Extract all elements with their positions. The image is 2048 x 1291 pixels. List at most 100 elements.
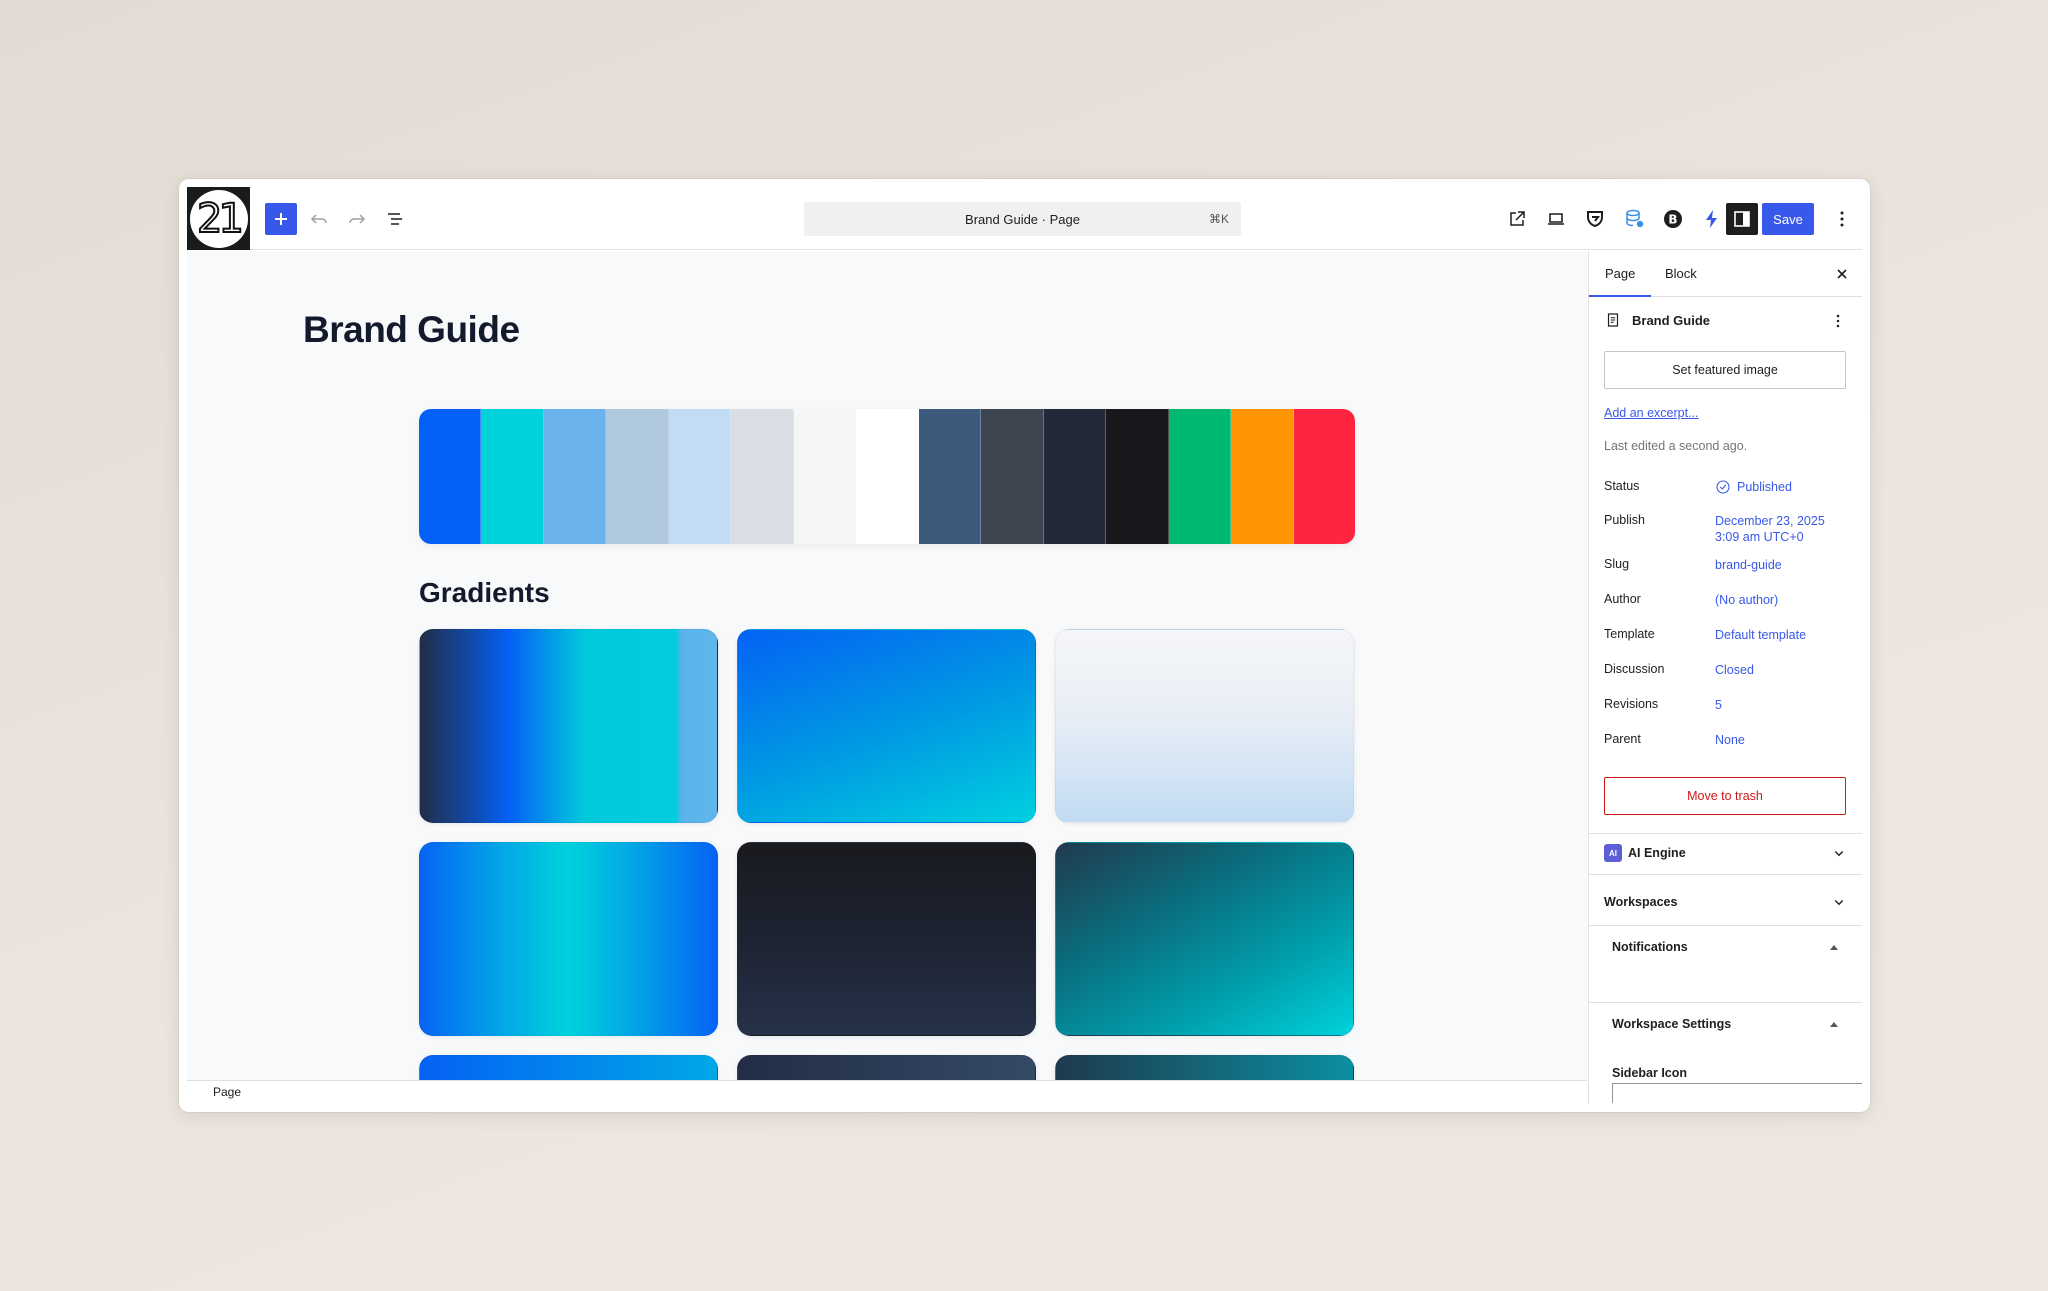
gradients-grid [419,629,1355,1080]
caret-up-icon [1830,1021,1838,1027]
tab-page[interactable]: Page [1589,251,1651,297]
chevron-down-icon [1834,900,1844,906]
tab-block[interactable]: Block [1649,251,1713,297]
database-icon [1626,209,1644,228]
settings-sidebar-toggle[interactable] [1726,203,1758,235]
redo-icon [349,214,366,224]
color-swatch[interactable] [1231,409,1294,544]
more-vertical-icon [1840,211,1844,227]
color-swatch[interactable] [1293,409,1355,544]
notifications-label: Notifications [1612,940,1688,954]
workspace-settings-panel-toggle[interactable]: Workspace Settings [1612,1014,1848,1034]
sidebar-tabs: Page Block [1589,251,1862,297]
meta-label-discussion: Discussion [1604,662,1665,676]
revisions-value-button[interactable]: 5 [1715,697,1722,713]
undo-button[interactable] [303,203,335,235]
color-swatch[interactable] [419,409,482,544]
editor-toolbar: 21 Brand Guide · Page ⌘K B Save [187,187,1862,250]
close-icon [1837,269,1847,279]
parent-value-button[interactable]: None [1715,732,1745,748]
color-swatch[interactable] [668,409,732,544]
divider [1589,1002,1862,1003]
sidebar-icon [1734,211,1750,227]
add-excerpt-link[interactable]: Add an excerpt... [1604,406,1699,420]
workspace-settings-label: Workspace Settings [1612,1017,1732,1031]
slug-value-button[interactable]: brand-guide [1715,557,1782,573]
command-palette-bar[interactable]: Brand Guide · Page ⌘K [804,202,1241,236]
gradients-heading[interactable]: Gradients [419,577,550,609]
color-swatch[interactable] [543,409,607,544]
more-vertical-icon [1836,314,1840,328]
sidebar-icon-label: Sidebar Icon [1612,1066,1688,1080]
circle-b-icon: B [1664,210,1682,228]
meta-label-template: Template [1604,627,1655,641]
breadcrumb-item[interactable]: Page [213,1085,241,1099]
color-swatch[interactable] [1043,409,1107,544]
move-to-trash-button[interactable]: Move to trash [1604,777,1846,815]
add-block-button[interactable] [265,203,297,235]
redo-button[interactable] [341,203,373,235]
color-swatch[interactable] [1106,409,1169,544]
save-button[interactable]: Save [1762,203,1814,235]
color-swatch[interactable] [856,409,919,544]
gradient-card[interactable] [419,1055,718,1080]
color-swatch[interactable] [731,409,794,544]
performance-plugin-button[interactable] [1696,203,1728,235]
template-value-button[interactable]: Default template [1715,627,1806,643]
list-view-icon [388,213,402,225]
close-sidebar-button[interactable] [1830,262,1854,286]
color-swatch[interactable] [981,409,1044,544]
gradient-card[interactable] [1055,842,1354,1036]
site-logo-button[interactable]: 21 [187,187,250,250]
gradient-card[interactable] [1055,629,1354,823]
page-title[interactable]: Brand Guide [303,309,520,351]
color-swatch[interactable] [481,409,544,544]
status-value-button[interactable]: Published [1715,479,1792,495]
meta-label-revisions: Revisions [1604,697,1659,711]
device-preview-button[interactable] [1540,203,1572,235]
color-palette-strip[interactable] [419,409,1355,544]
gradient-card[interactable] [737,629,1036,823]
status-value: Published [1737,480,1792,494]
gradient-card[interactable] [419,629,718,823]
external-link-icon [1510,211,1525,226]
b-plugin-button[interactable]: B [1657,203,1689,235]
editor-canvas: Brand Guide Gradients [187,251,1587,1080]
color-swatch[interactable] [606,409,669,544]
document-overview-button[interactable] [379,203,411,235]
gradient-card[interactable] [419,842,718,1036]
ai-engine-icon: AI [1604,844,1622,862]
ai-engine-panel-toggle[interactable]: AI AI Engine [1604,843,1848,863]
caret-up-icon [1830,944,1838,950]
publish-date-button[interactable]: December 23, 2025 3:09 am UTC+0 [1715,513,1825,545]
color-swatch[interactable] [918,409,982,544]
discussion-value-button[interactable]: Closed [1715,662,1754,678]
view-page-button[interactable] [1501,203,1533,235]
gradient-card[interactable] [737,842,1036,1036]
site-logo-icon: 21 [189,189,248,248]
gradient-card[interactable] [737,1055,1036,1080]
workspaces-panel-toggle[interactable]: Workspaces [1604,892,1848,912]
shield-icon [1587,211,1603,228]
color-swatch[interactable] [1168,409,1232,544]
ai-engine-label: AI Engine [1628,846,1686,860]
color-swatch[interactable] [793,409,857,544]
divider [1589,874,1862,875]
security-plugin-button[interactable] [1579,203,1611,235]
gradient-card[interactable] [1055,1055,1354,1080]
divider [1589,925,1862,926]
options-menu-button[interactable] [1826,203,1858,235]
document-actions-button[interactable] [1828,311,1848,331]
sidebar-icon-field[interactable] [1612,1083,1862,1103]
meta-label-parent: Parent [1604,732,1641,746]
notifications-panel-toggle[interactable]: Notifications [1612,937,1848,957]
meta-label-author: Author [1604,592,1641,606]
author-value-button[interactable]: (No author) [1715,592,1778,608]
divider [1589,833,1862,834]
document-title: Brand Guide · Page [965,211,1080,227]
editor-frame: 21 Brand Guide · Page ⌘K B Save Brand Gu… [187,187,1862,1104]
database-plugin-button[interactable] [1618,203,1650,235]
meta-label-status: Status [1604,479,1640,493]
command-shortcut: ⌘K [1208,212,1229,226]
set-featured-image-button[interactable]: Set featured image [1604,351,1846,389]
